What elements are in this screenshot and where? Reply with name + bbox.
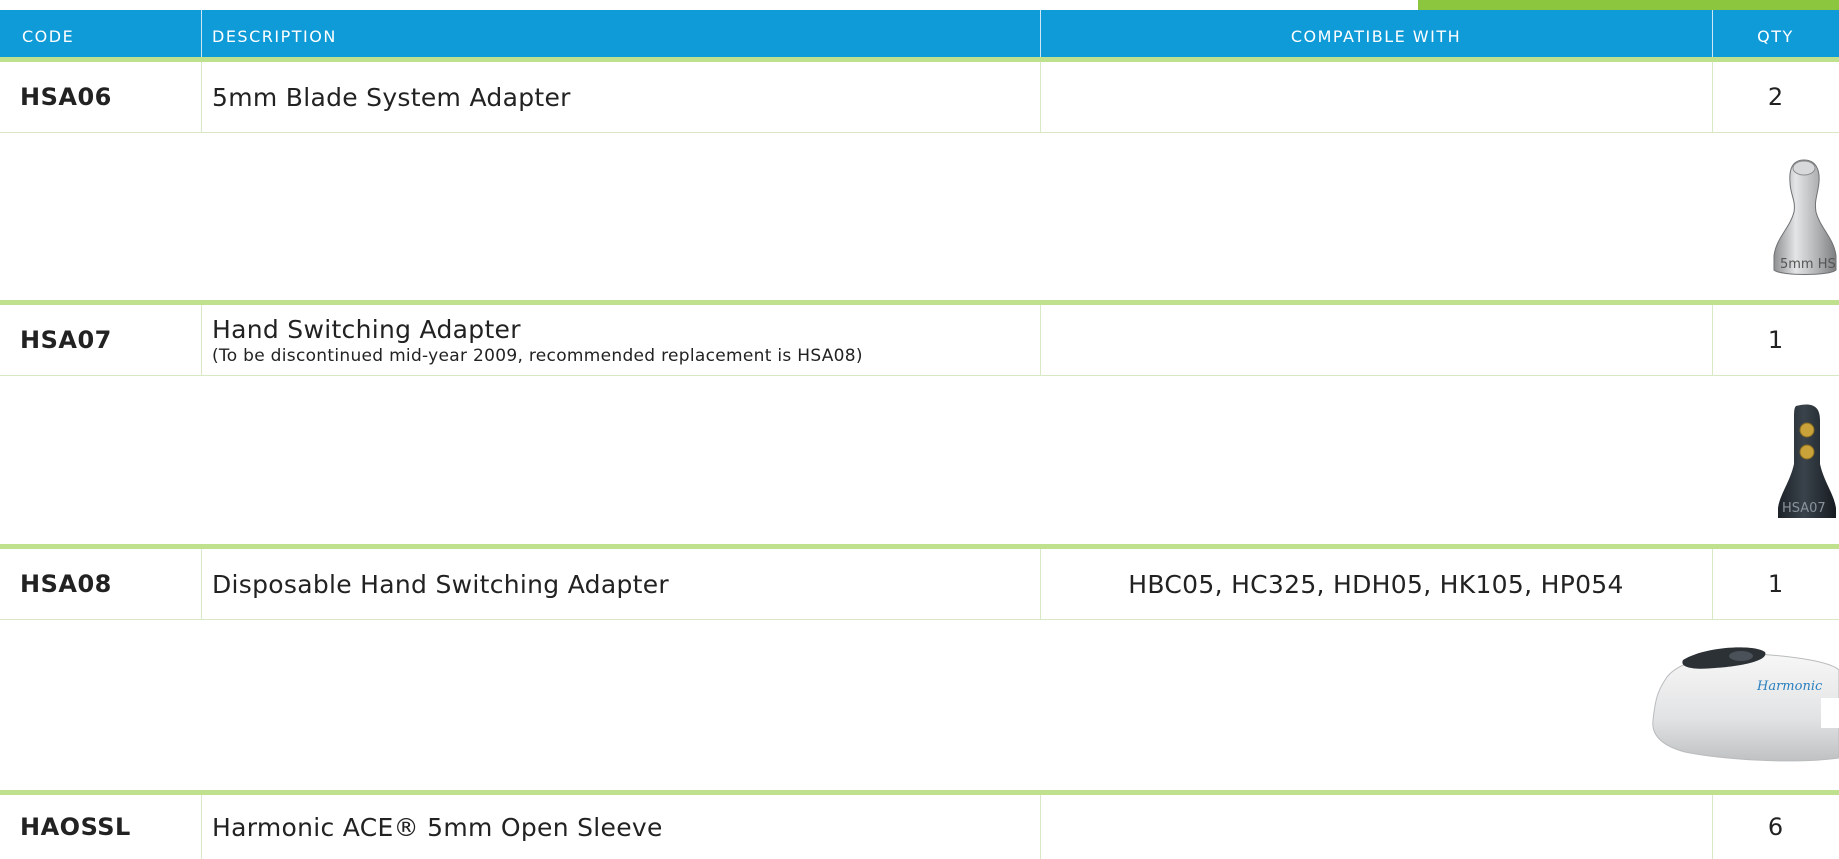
column-divider — [1040, 549, 1041, 619]
header-description: DESCRIPTION — [212, 27, 337, 46]
product-description: Disposable Hand Switching Adapter — [212, 549, 669, 619]
table-row: HSA06 5mm Blade System Adapter 2 — [0, 62, 1839, 133]
header-divider — [1712, 10, 1713, 57]
quantity: 6 — [1767, 813, 1784, 841]
quantity: 1 — [1767, 326, 1784, 354]
table-row: HAOSSL Harmonic ACE® 5mm Open Sleeve 6 — [0, 795, 1839, 859]
column-divider — [201, 62, 202, 132]
column-divider — [1712, 549, 1713, 619]
column-divider — [1712, 795, 1713, 859]
column-divider — [1040, 62, 1041, 132]
image-caption: Harmonic — [1756, 679, 1823, 694]
quantity: 2 — [1767, 83, 1784, 111]
column-divider — [201, 549, 202, 619]
product-description: Hand Switching Adapter (To be discontinu… — [212, 305, 863, 375]
disposable-adapter-image: Harmonic — [1652, 647, 1839, 762]
column-divider — [1712, 62, 1713, 132]
description-text: Hand Switching Adapter — [212, 314, 521, 344]
column-divider — [1040, 305, 1041, 375]
header-qty: QTY — [1757, 27, 1794, 46]
product-description: 5mm Blade System Adapter — [212, 62, 571, 132]
header-compatible: COMPATIBLE WITH — [1290, 27, 1462, 46]
description-text: Disposable Hand Switching Adapter — [212, 569, 669, 599]
blade-adapter-image: 5mm HS — [1773, 159, 1837, 275]
column-divider — [201, 305, 202, 375]
image-caption: HSA07 — [1782, 501, 1826, 516]
table-row: HSA07 Hand Switching Adapter (To be disc… — [0, 305, 1839, 376]
description-note: (To be discontinued mid-year 2009, recom… — [212, 345, 863, 366]
quantity: 1 — [1767, 570, 1784, 598]
column-divider — [1712, 305, 1713, 375]
top-accent-bar — [1418, 0, 1839, 10]
header-divider — [1040, 10, 1041, 57]
hand-switch-adapter-image: HSA07 — [1778, 404, 1836, 518]
product-code: HSA08 — [20, 570, 112, 598]
table-row: HSA08 Disposable Hand Switching Adapter … — [0, 549, 1839, 620]
header-code: CODE — [22, 27, 75, 46]
product-code: HSA06 — [20, 83, 112, 111]
description-text: 5mm Blade System Adapter — [212, 82, 571, 112]
compatible-with — [1040, 305, 1712, 375]
compatible-with — [1040, 795, 1712, 859]
product-description: Harmonic ACE® 5mm Open Sleeve — [212, 795, 663, 859]
image-caption: 5mm HS — [1780, 257, 1836, 272]
table-header: CODE DESCRIPTION COMPATIBLE WITH QTY — [0, 10, 1839, 57]
compatible-with: HBC05, HC325, HDH05, HK105, HP054 — [1128, 569, 1624, 599]
description-text: Harmonic ACE® 5mm Open Sleeve — [212, 812, 663, 842]
product-code: HAOSSL — [20, 813, 131, 841]
compatible-with — [1040, 62, 1712, 132]
header-divider — [201, 10, 202, 57]
product-code: HSA07 — [20, 326, 112, 354]
column-divider — [1040, 795, 1041, 859]
column-divider — [201, 795, 202, 859]
